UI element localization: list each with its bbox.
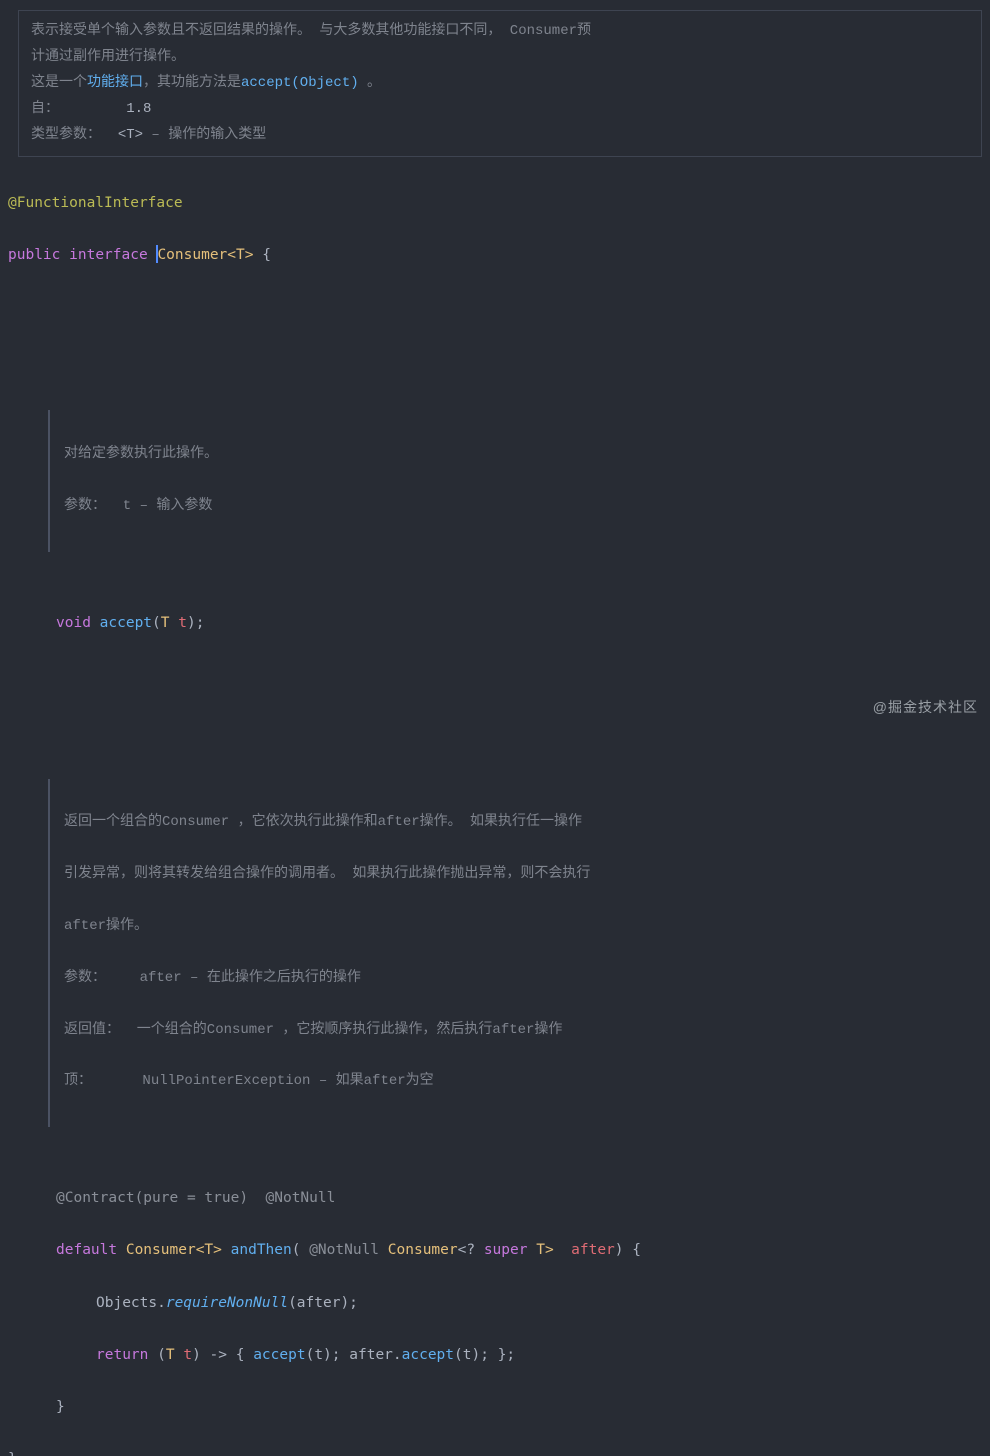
andthen-method-line: default Consumer<T> andThen( @NotNull Co… [8, 1237, 982, 1263]
doc-line: 返回值： 一个组合的Consumer ，它按顺序执行此操作，然后执行after操… [64, 1018, 968, 1044]
method-close-brace: } [8, 1394, 982, 1420]
doc-line: 参数： after – 在此操作之后执行的操作 [64, 966, 968, 992]
doc-line: 对给定参数执行此操作。 [64, 442, 968, 468]
accept-doc-block: 对给定参数执行此操作。 参数： t – 输入参数 [48, 410, 982, 551]
doc-line: after操作。 [64, 914, 968, 940]
annotation-line: @FunctionalInterface [8, 190, 982, 216]
contract-annotation: @Contract(pure = true) @NotNull [8, 1185, 982, 1211]
class-doc-block: 表示接受单个输入参数且不返回结果的操作。 与大多数其他功能接口不同， Consu… [18, 10, 982, 157]
require-nonnull-line: Objects.requireNonNull(after); [8, 1290, 982, 1316]
npe-link[interactable]: NullPointerException [142, 1073, 310, 1089]
code-area[interactable]: @FunctionalInterface public interface Co… [8, 163, 982, 1456]
doc-line: 表示接受单个输入参数且不返回结果的操作。 与大多数其他功能接口不同， Consu… [31, 19, 969, 45]
class-close-brace: } [8, 1446, 982, 1456]
accept-method-link[interactable]: accept(Object) [241, 75, 359, 91]
doc-line: 计通过副作用进行操作。 [31, 45, 969, 71]
doc-line: 这是一个功能接口，其功能方法是accept(Object) 。 [31, 71, 969, 97]
class-decl-line: public interface Consumer<T> { [8, 242, 982, 268]
doc-line: 顶： NullPointerException – 如果after为空 [64, 1069, 968, 1095]
functional-interface-link[interactable]: 功能接口 [87, 75, 143, 91]
andthen-doc-block: 返回一个组合的Consumer ，它依次执行此操作和after操作。 如果执行任… [48, 779, 982, 1128]
doc-line: 参数： t – 输入参数 [64, 494, 968, 520]
doc-line: 引发异常，则将其转发给组合操作的调用者。 如果执行此操作抛出异常，则不会执行 [64, 862, 968, 888]
doc-line: 返回一个组合的Consumer ，它依次执行此操作和after操作。 如果执行任… [64, 810, 968, 836]
accept-method-line: void accept(T t); [8, 610, 982, 636]
watermark: @掘金技术社区 [873, 695, 978, 720]
doc-line: 类型参数： <T> – 操作的输入类型 [31, 123, 969, 149]
doc-line: 自： 1.8 [31, 97, 969, 123]
return-line: return (T t) -> { accept(t); after.accep… [8, 1342, 982, 1368]
